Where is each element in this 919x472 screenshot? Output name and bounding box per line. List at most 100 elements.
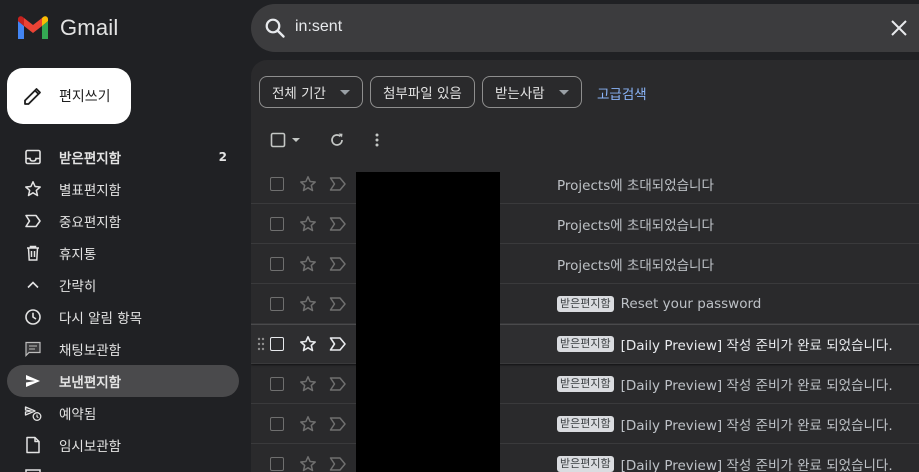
sidebar-item-label: 채팅보관함 [59, 343, 122, 359]
search-bar[interactable]: in:sent [251, 4, 919, 52]
email-subject: [Daily Preview] 작성 준비가 완료 되었습니다. [620, 338, 893, 354]
chat-icon [25, 341, 41, 357]
star-icon[interactable] [299, 295, 317, 313]
recipient-filter-chip[interactable]: 받는사람 [482, 76, 582, 108]
star-icon[interactable] [299, 175, 317, 193]
date-filter-label: 전체 기간 [272, 86, 326, 102]
recipient-filter-label: 받는사람 [495, 86, 545, 102]
email-row[interactable]: 받은편지함 Reset your password [251, 284, 919, 324]
scheduled-send-icon [24, 406, 42, 421]
main-panel: 전체 기간 첨부파일 있음 받는사람 고급검색 Projects에 초대되었습니… [251, 60, 919, 472]
sidebar-item-scheduled[interactable]: 예약됨 [7, 397, 239, 429]
caret-down-icon [292, 138, 300, 142]
email-row[interactable]: Projects에 초대되었습니다 [251, 244, 919, 284]
label-important-icon[interactable] [329, 376, 347, 392]
search-icon[interactable] [264, 17, 286, 39]
sidebar-item-label: 임시보관함 [59, 439, 122, 455]
star-icon[interactable] [299, 455, 317, 472]
label-icon [25, 469, 41, 472]
select-all-button[interactable] [270, 128, 303, 152]
sidebar-item-drafts[interactable]: 임시보관함 [7, 429, 239, 461]
redacted-sender-block [356, 172, 500, 472]
sidebar-item-label: 별표편지함 [59, 183, 122, 199]
row-checkbox[interactable] [270, 257, 284, 271]
sidebar-item-sent[interactable]: 보낸편지함 [7, 365, 239, 397]
advanced-search-link[interactable]: 고급검색 [597, 83, 647, 103]
label-important-icon[interactable] [329, 456, 347, 472]
row-checkbox[interactable] [270, 337, 284, 351]
email-row[interactable]: 받은편지함 [Daily Preview] 작성 준비가 완료 되었습니다. [251, 444, 919, 472]
email-subject: [Daily Preview] 작성 준비가 완료 되었습니다. [620, 378, 893, 394]
star-icon[interactable] [299, 255, 317, 273]
email-subject: [Daily Preview] 작성 준비가 완료 되었습니다. [620, 418, 893, 434]
email-row[interactable]: 받은편지함 [Daily Preview] 작성 준비가 완료 되었습니다. [251, 364, 919, 404]
inbox-label-badge[interactable]: 받은편지함 [557, 416, 614, 432]
email-subject-area[interactable]: Projects에 초대되었습니다 [557, 244, 714, 284]
email-row[interactable]: Projects에 초대되었습니다 [251, 164, 919, 204]
label-important-icon[interactable] [329, 296, 347, 312]
row-checkbox[interactable] [270, 177, 284, 191]
inbox-label-badge[interactable]: 받은편지함 [557, 336, 614, 352]
star-icon[interactable] [299, 375, 317, 393]
email-subject-area[interactable]: 받은편지함 [Daily Preview] 작성 준비가 완료 되었습니다. [557, 444, 893, 472]
email-row[interactable]: 받은편지함 [Daily Preview] 작성 준비가 완료 되었습니다. [251, 404, 919, 444]
inbox-icon [25, 149, 41, 165]
gmail-wordmark: Gmail [60, 15, 119, 40]
inbox-label-badge[interactable]: 받은편지함 [557, 456, 614, 472]
sidebar-item-less[interactable]: 간략히 [7, 269, 239, 301]
star-icon[interactable] [299, 215, 317, 233]
sidebar-item-chats[interactable]: 채팅보관함 [7, 333, 239, 365]
sidebar-item-important[interactable]: 중요편지함 [7, 205, 239, 237]
compose-button[interactable]: 편지쓰기 [7, 68, 131, 124]
email-subject-area[interactable]: 받은편지함 Reset your password [557, 284, 761, 324]
attachment-filter-chip[interactable]: 첨부파일 있음 [370, 76, 475, 108]
gmail-logo[interactable]: Gmail [16, 12, 118, 44]
chevron-up-icon [27, 281, 39, 289]
sidebar-item-snoozed[interactable]: 다시 알림 항목 [7, 301, 239, 333]
email-subject: Projects에 초대되었습니다 [557, 258, 714, 274]
more-options-button[interactable] [369, 128, 385, 152]
refresh-button[interactable] [329, 128, 345, 152]
close-icon[interactable] [889, 18, 909, 38]
sidebar-nav: 받은편지함 2 별표편지함 중요편지함 휴지통 간략히 다시 알림 항목 채팅보… [7, 141, 239, 472]
search-input[interactable]: in:sent [295, 18, 342, 36]
inbox-label-badge[interactable]: 받은편지함 [557, 376, 614, 392]
date-filter-chip[interactable]: 전체 기간 [259, 76, 363, 108]
sidebar-item-label: 다시 알림 항목 [59, 311, 143, 327]
label-important-icon[interactable] [329, 416, 347, 432]
row-checkbox[interactable] [270, 417, 284, 431]
sidebar-item-cutoff[interactable] [7, 461, 239, 472]
email-subject-area[interactable]: 받은편지함 [Daily Preview] 작성 준비가 완료 되었습니다. [557, 404, 893, 444]
sidebar-item-starred[interactable]: 별표편지함 [7, 173, 239, 205]
email-row[interactable]: 받은편지함 [Daily Preview] 작성 준비가 완료 되었습니다. [251, 324, 919, 364]
gmail-m-icon [18, 16, 48, 39]
sidebar-item-label: 중요편지함 [59, 215, 122, 231]
email-subject-area[interactable]: Projects에 초대되었습니다 [557, 204, 714, 244]
sidebar-item-label: 간략히 [59, 279, 97, 295]
email-row[interactable]: Projects에 초대되었습니다 [251, 204, 919, 244]
email-subject-area[interactable]: Projects에 초대되었습니다 [557, 164, 714, 204]
clock-icon [25, 309, 41, 325]
more-vert-icon [375, 133, 379, 147]
sidebar-item-inbox[interactable]: 받은편지함 2 [7, 141, 239, 173]
trash-icon [27, 245, 39, 261]
pencil-icon [24, 88, 41, 105]
star-icon[interactable] [299, 335, 317, 353]
email-subject-area[interactable]: 받은편지함 [Daily Preview] 작성 준비가 완료 되었습니다. [557, 324, 893, 364]
row-checkbox[interactable] [270, 297, 284, 311]
caret-down-icon [339, 89, 350, 95]
email-subject-area[interactable]: 받은편지함 [Daily Preview] 작성 준비가 완료 되었습니다. [557, 364, 893, 404]
sidebar-item-label: 받은편지함 [59, 151, 122, 167]
row-checkbox[interactable] [270, 457, 284, 471]
label-important-icon[interactable] [329, 216, 347, 232]
label-important-icon[interactable] [329, 176, 347, 192]
row-checkbox[interactable] [270, 217, 284, 231]
label-important-icon[interactable] [329, 256, 347, 272]
inbox-label-badge[interactable]: 받은편지함 [557, 296, 614, 312]
label-important-icon[interactable] [329, 336, 347, 352]
sidebar-item-trash[interactable]: 휴지통 [7, 237, 239, 269]
drag-handle-icon[interactable] [257, 336, 265, 352]
star-icon[interactable] [299, 415, 317, 433]
row-checkbox[interactable] [270, 377, 284, 391]
draft-icon [26, 436, 40, 454]
